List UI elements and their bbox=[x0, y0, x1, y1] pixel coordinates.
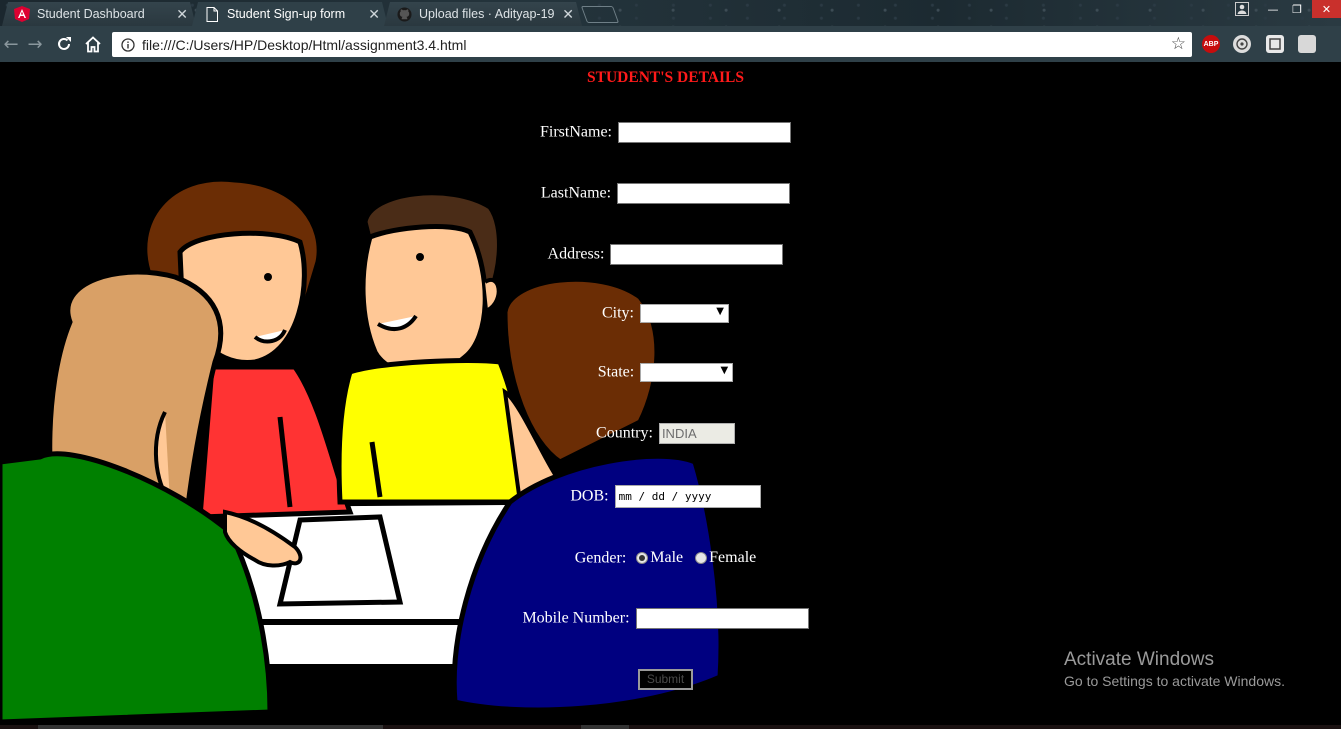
scrollbar-thumb[interactable] bbox=[38, 725, 383, 729]
horizontal-scrollbar[interactable] bbox=[0, 725, 1341, 729]
country-input: INDIA bbox=[658, 423, 735, 444]
state-label: State: bbox=[597, 363, 635, 381]
close-icon[interactable]: ✕ bbox=[368, 6, 380, 23]
city-select[interactable]: ▼ bbox=[640, 304, 729, 323]
profile-icon[interactable] bbox=[1230, 0, 1254, 18]
gender-row: Gender: Male Female bbox=[0, 549, 1331, 567]
minimize-button[interactable]: — bbox=[1261, 0, 1285, 18]
gender-label: Gender: bbox=[574, 549, 627, 567]
tab-student-dashboard[interactable]: Student Dashboard ✕ bbox=[2, 2, 196, 26]
last-name-input[interactable] bbox=[617, 183, 791, 204]
dob-input[interactable]: mm / dd / yyyy bbox=[614, 485, 761, 508]
scrollbar-thumb[interactable] bbox=[581, 725, 629, 729]
tab-strip: Student Dashboard ✕ Student Sign-up form… bbox=[0, 0, 1341, 26]
info-icon[interactable] bbox=[120, 37, 136, 53]
new-tab-button[interactable] bbox=[580, 6, 620, 23]
close-icon[interactable]: ✕ bbox=[176, 6, 188, 23]
close-icon[interactable]: ✕ bbox=[562, 6, 574, 23]
tab-title: Student Dashboard bbox=[37, 7, 145, 21]
bookmark-star-icon[interactable]: ☆ bbox=[1171, 34, 1186, 54]
github-icon bbox=[396, 6, 412, 22]
address-row: Address: bbox=[0, 244, 1331, 265]
country-row: Country: INDIA bbox=[0, 423, 1331, 444]
address-label: Address: bbox=[547, 245, 605, 263]
tab-upload-files[interactable]: Upload files · Adityap-19 ✕ bbox=[384, 2, 582, 26]
dob-label: DOB: bbox=[570, 487, 609, 505]
country-label: Country: bbox=[596, 424, 653, 442]
last-name-label: LastName: bbox=[540, 184, 612, 202]
state-select[interactable]: ▼ bbox=[640, 363, 734, 382]
close-window-button[interactable]: ✕ bbox=[1312, 0, 1341, 18]
chevron-down-icon: ▼ bbox=[716, 306, 724, 317]
page-icon bbox=[204, 6, 220, 22]
tab-student-signup-form[interactable]: Student Sign-up form ✕ bbox=[192, 2, 388, 26]
home-button[interactable] bbox=[82, 33, 104, 55]
tab-title: Upload files · Adityap-19 bbox=[419, 7, 555, 21]
tab-title: Student Sign-up form bbox=[227, 7, 346, 21]
reload-button[interactable] bbox=[53, 33, 75, 55]
gender-male-label: Male bbox=[650, 549, 684, 566]
city-row: City: ▼ bbox=[0, 304, 1331, 323]
last-name-row: LastName: bbox=[0, 183, 1331, 204]
first-name-label: FirstName: bbox=[540, 123, 612, 141]
state-row: State: ▼ bbox=[0, 363, 1331, 382]
watermark-title: Activate Windows bbox=[1064, 649, 1214, 670]
forward-button[interactable]: → bbox=[24, 33, 46, 55]
first-name-row: FirstName: bbox=[0, 122, 1331, 143]
page-viewport: STUDENT'S DETAILS FirstName: LastName: A… bbox=[0, 62, 1341, 725]
extension-icon[interactable] bbox=[1233, 35, 1251, 53]
dob-row: DOB: mm / dd / yyyy bbox=[0, 485, 1331, 508]
page-title: STUDENT'S DETAILS bbox=[587, 69, 744, 86]
extension-icon[interactable] bbox=[1266, 35, 1284, 53]
city-label: City: bbox=[601, 304, 634, 322]
gender-female-radio[interactable] bbox=[695, 552, 708, 565]
mobile-label: Mobile Number: bbox=[522, 609, 630, 627]
restore-button[interactable]: ❐ bbox=[1285, 0, 1309, 18]
address-url: file:///C:/Users/HP/Desktop/Html/assignm… bbox=[142, 36, 467, 53]
watermark-subtitle: Go to Settings to activate Windows. bbox=[1064, 673, 1285, 689]
extension-icon[interactable] bbox=[1298, 35, 1316, 53]
activate-windows-watermark: Activate Windows Go to Settings to activ… bbox=[1064, 649, 1285, 689]
abp-icon[interactable]: ABP bbox=[1202, 35, 1220, 53]
mobile-row: Mobile Number: bbox=[0, 608, 1331, 629]
submit-button[interactable]: Submit bbox=[638, 669, 693, 690]
chevron-down-icon: ▼ bbox=[720, 365, 729, 376]
back-button[interactable]: ← bbox=[0, 33, 22, 55]
gender-female-label: Female bbox=[709, 549, 757, 566]
angular-icon bbox=[14, 6, 30, 22]
address-input[interactable] bbox=[610, 244, 784, 265]
gender-male-radio[interactable] bbox=[636, 552, 649, 565]
mobile-input[interactable] bbox=[635, 608, 809, 629]
first-name-input[interactable] bbox=[618, 122, 791, 143]
address-bar[interactable]: file:///C:/Users/HP/Desktop/Html/assignm… bbox=[112, 32, 1192, 57]
